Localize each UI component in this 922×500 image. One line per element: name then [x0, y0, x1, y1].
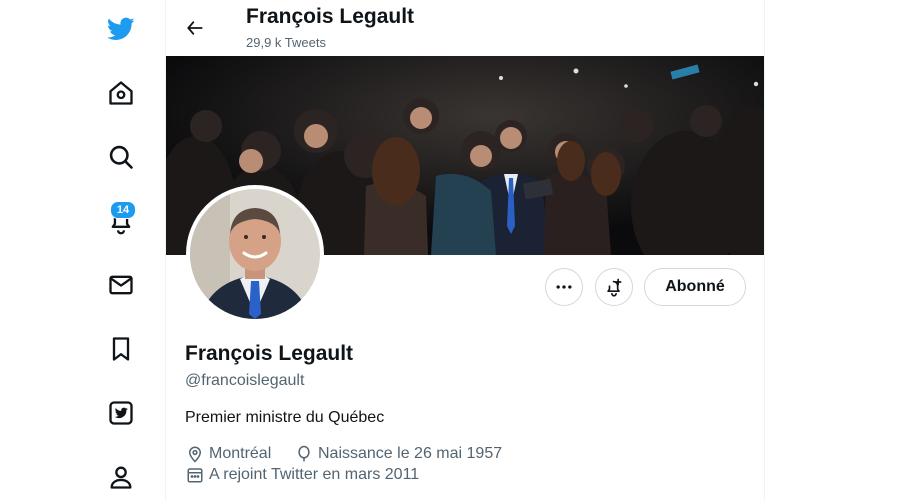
sidebar-nav: 14 [0, 0, 166, 500]
location-text: Montréal [209, 445, 272, 462]
profile-name: François Legault [185, 342, 354, 365]
notifications-badge: 14 [110, 201, 136, 219]
envelope-icon [109, 275, 133, 295]
joined-text: A rejoint Twitter en mars 2011 [209, 466, 420, 483]
birthday: Naissance le 26 mai 1957 [295, 445, 502, 463]
avatar-photo [190, 189, 320, 319]
arrow-left-icon [187, 21, 203, 35]
home-icon [109, 81, 133, 105]
more-dots-icon [556, 285, 572, 289]
person-icon [110, 466, 132, 489]
joined-date: A rejoint Twitter en mars 2011 [186, 466, 419, 484]
twitter-blue-icon [109, 401, 133, 425]
balloon-icon [298, 445, 310, 462]
nav-profile[interactable] [102, 458, 140, 496]
header-title: François Legault [246, 5, 415, 28]
profile-avatar[interactable] [186, 185, 324, 323]
search-icon [109, 145, 133, 169]
column-border-right [764, 0, 765, 500]
back-button[interactable] [180, 13, 210, 43]
location-pin-icon [188, 446, 202, 463]
nav-twitter-blue[interactable] [102, 394, 140, 432]
calendar-icon [187, 468, 203, 483]
nav-messages[interactable] [102, 266, 140, 304]
nav-home[interactable] [102, 74, 140, 112]
profile-bio: Premier ministre du Québec [185, 409, 385, 426]
bird-icon [107, 17, 135, 40]
birthday-text: Naissance le 26 mai 1957 [318, 445, 503, 462]
tweet-count: 29,9 k Tweets [246, 35, 326, 50]
profile-handle: @francoislegault [185, 372, 305, 389]
nav-explore[interactable] [102, 138, 140, 176]
bookmark-icon [112, 337, 130, 361]
nav-bookmarks[interactable] [102, 330, 140, 368]
following-button[interactable]: Abonné [644, 268, 746, 306]
more-options-button[interactable] [545, 268, 583, 306]
location: Montréal [186, 445, 271, 463]
notify-button[interactable] [595, 268, 633, 306]
twitter-logo[interactable] [102, 10, 140, 48]
bell-plus-icon [607, 278, 622, 297]
